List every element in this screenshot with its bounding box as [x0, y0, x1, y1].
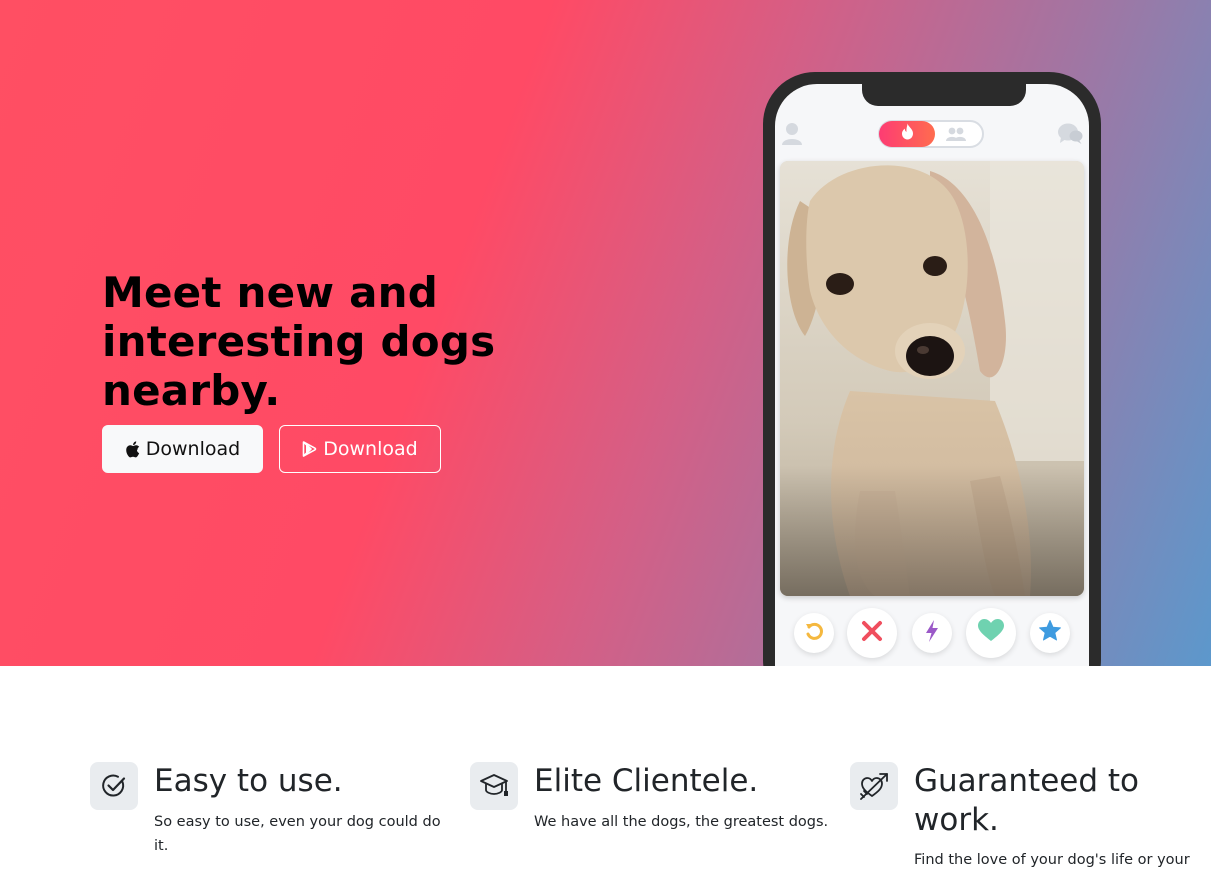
super-like-button[interactable]	[1030, 613, 1070, 653]
nope-button[interactable]	[847, 608, 897, 658]
mode-toggle[interactable]	[878, 120, 984, 148]
feature-description: So easy to use, even your dog could do i…	[154, 814, 441, 854]
phone-screen	[775, 84, 1089, 666]
star-icon	[1039, 620, 1061, 646]
app-top-bar	[775, 120, 1089, 152]
feature-description: Find the love of your dog's life or your	[914, 852, 1190, 868]
messages-icon[interactable]	[1057, 122, 1083, 151]
graduation-cap-icon	[470, 762, 518, 810]
profile-icon[interactable]	[781, 122, 803, 151]
flame-toggle-option[interactable]	[879, 121, 935, 147]
feature-title: Easy to use.	[154, 763, 343, 799]
rewind-icon	[804, 621, 824, 646]
lightning-icon	[925, 619, 939, 647]
rewind-button[interactable]	[794, 613, 834, 653]
hero-section: Meet new and interesting dogs nearby. Do…	[0, 0, 1211, 666]
phone-mockup	[763, 72, 1101, 666]
app-store-button-label: Download	[145, 438, 241, 460]
feature-description: We have all the dogs, the greatest dogs.	[534, 814, 829, 830]
google-play-icon	[302, 441, 317, 457]
card-action-bar	[775, 608, 1089, 660]
heart-arrow-icon	[850, 762, 898, 810]
x-icon	[861, 620, 883, 647]
phone-notch	[862, 84, 1026, 106]
dog-photo	[780, 161, 1084, 596]
dog-profile-card[interactable]	[780, 161, 1084, 596]
group-icon[interactable]	[944, 126, 968, 147]
apple-icon	[125, 440, 140, 458]
heart-icon	[978, 619, 1004, 647]
circle-check-icon	[90, 762, 138, 810]
feature-title: Guaranteed to work.	[914, 763, 1140, 838]
google-play-download-button[interactable]: Download	[279, 425, 441, 473]
google-play-button-label: Download	[323, 438, 418, 460]
app-store-download-button[interactable]: Download	[102, 425, 263, 473]
flame-icon	[901, 123, 914, 145]
boost-button[interactable]	[912, 613, 952, 653]
feature-title: Elite Clientele.	[534, 763, 759, 799]
like-button[interactable]	[966, 608, 1016, 658]
hero-title: Meet new and interesting dogs nearby.	[102, 268, 496, 415]
